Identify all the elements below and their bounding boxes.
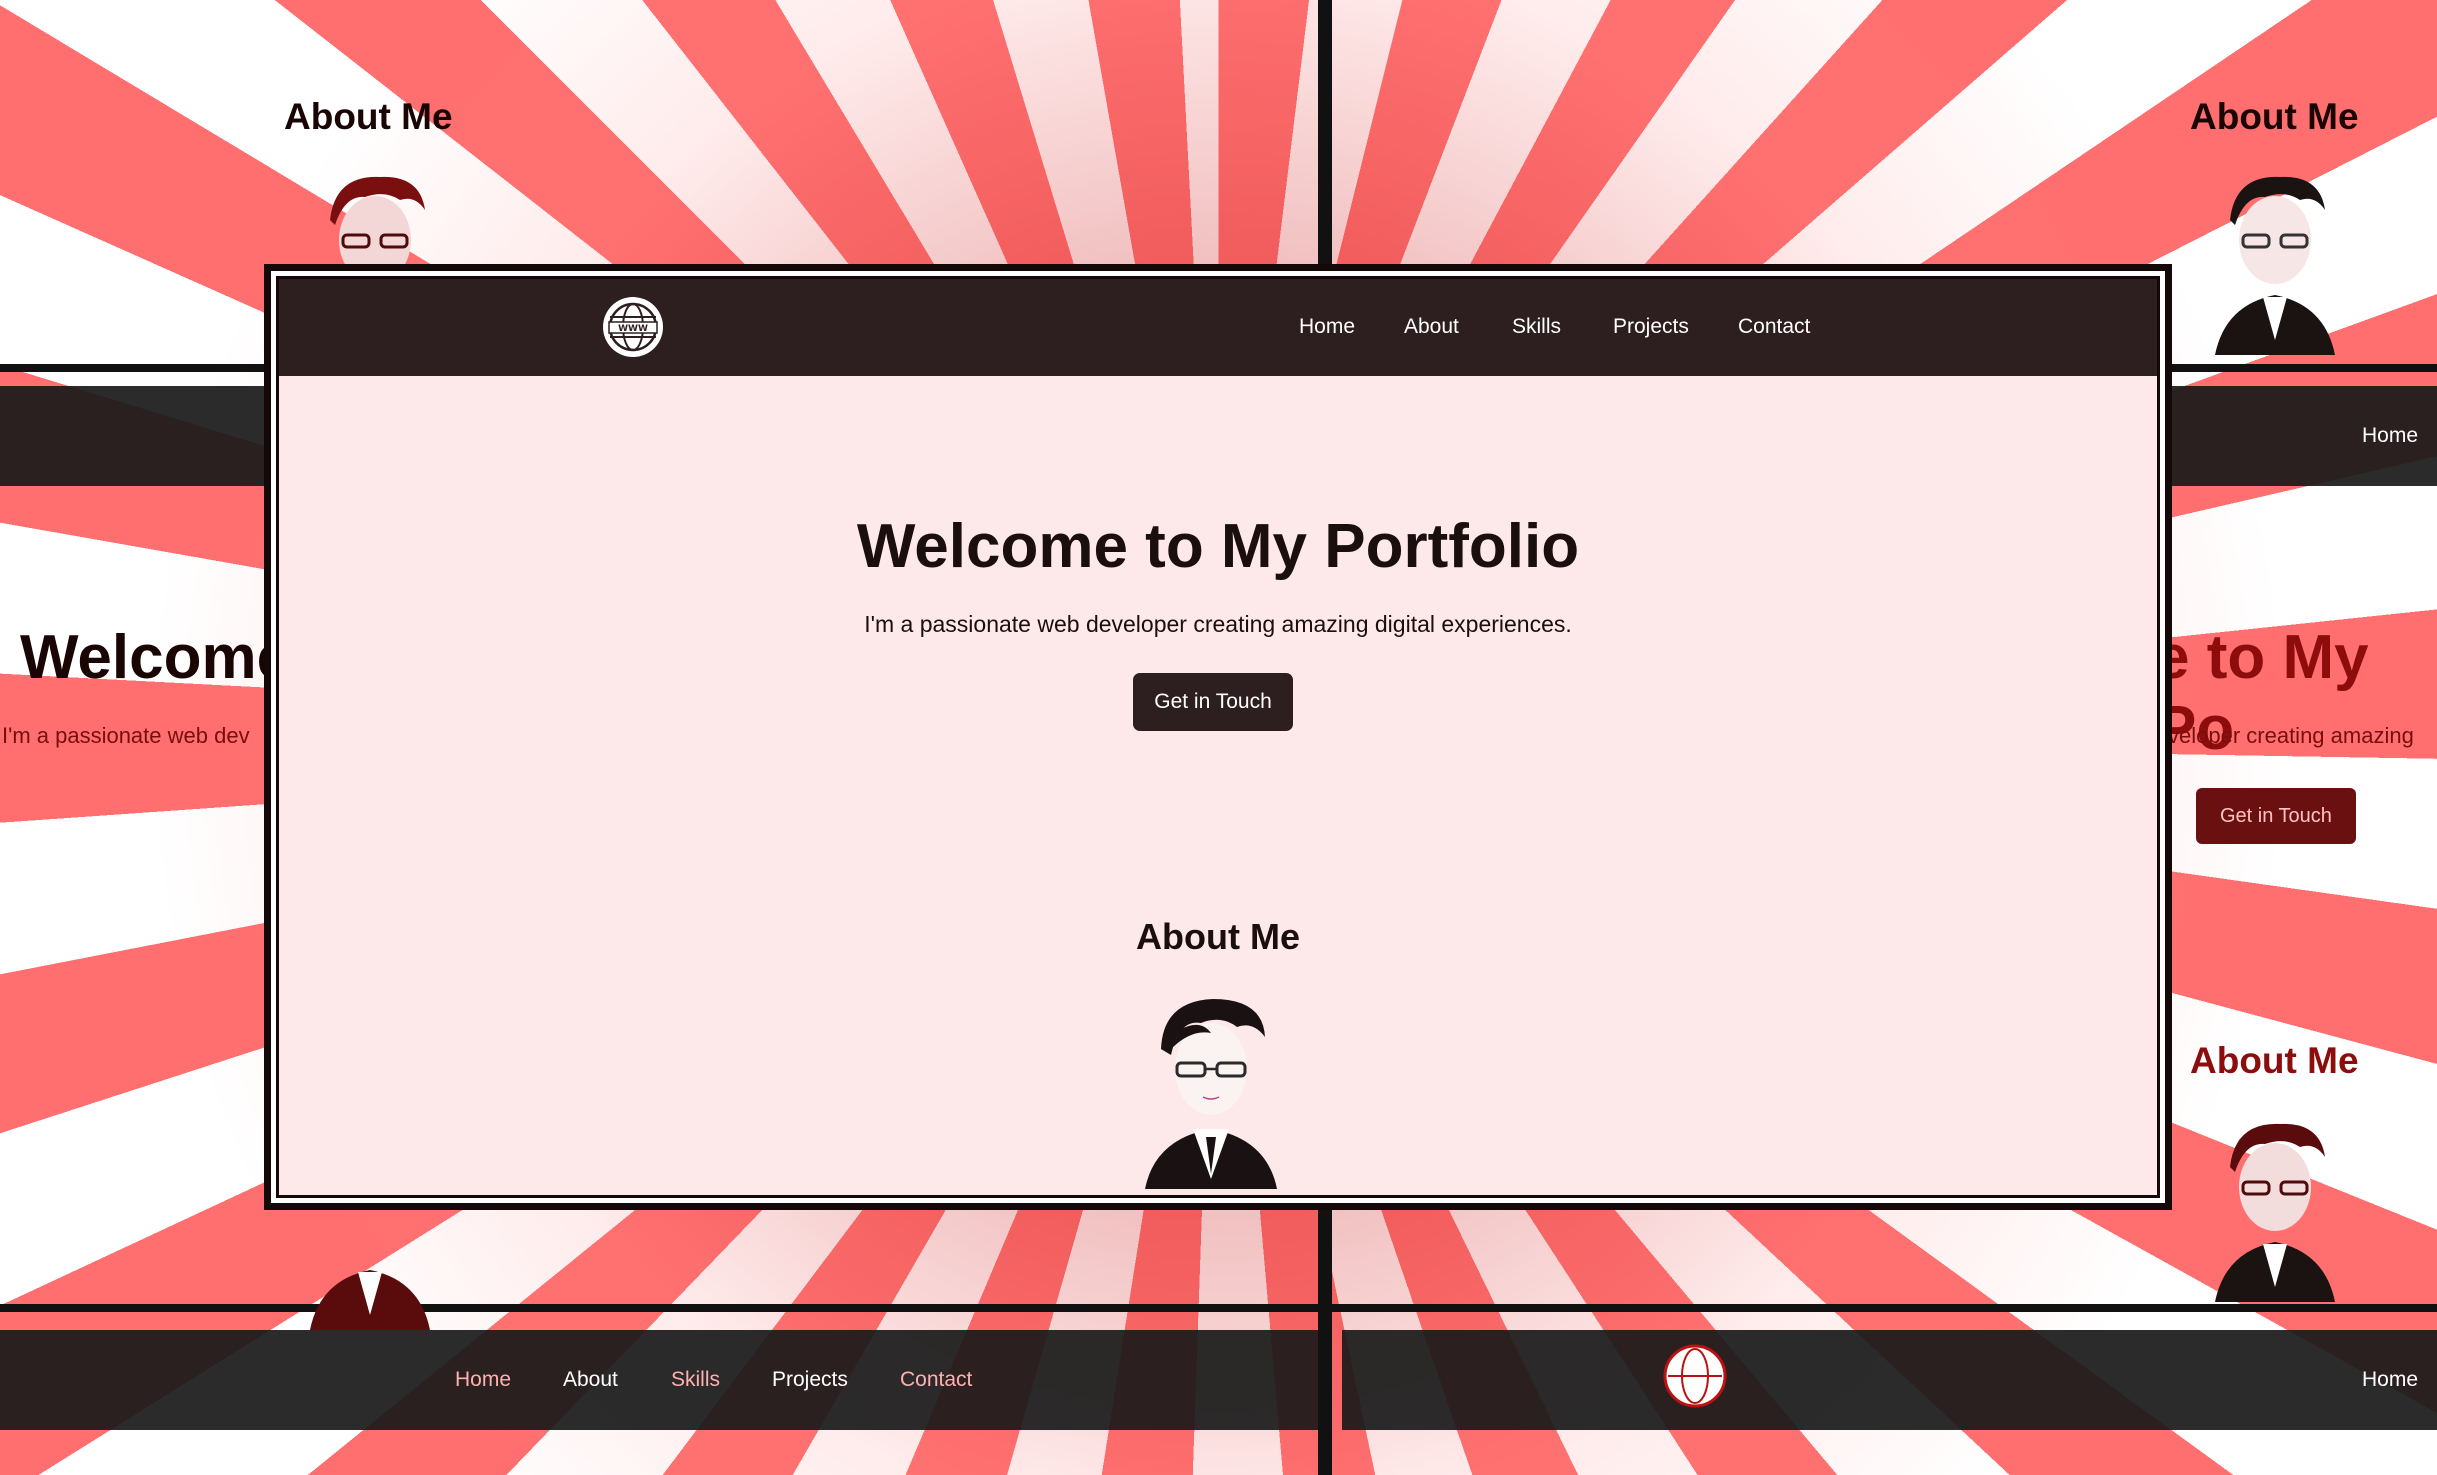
background-about-heading: About Me <box>2190 1040 2359 1081</box>
get-in-touch-button[interactable]: Get in Touch <box>1133 673 1293 731</box>
background-logo-icon <box>1663 1344 1727 1408</box>
browser-window: WWW Home About Skills Projects Contact W… <box>264 264 2172 1210</box>
avatar <box>1145 999 1277 1189</box>
nav-home-link[interactable]: Home <box>1299 315 1355 339</box>
background-welcome-heading: Welcome <box>20 623 292 692</box>
page-viewport: WWW Home About Skills Projects Contact W… <box>276 276 2160 1198</box>
background-nav-home: Home <box>2362 424 2419 447</box>
background-nav-item: Contact <box>900 1368 973 1391</box>
nav-projects-link[interactable]: Projects <box>1613 315 1689 339</box>
background-nav-item: About <box>563 1368 618 1391</box>
background-nav-home: Home <box>2362 1368 2419 1391</box>
background-navbar <box>0 1330 1318 1430</box>
background-about-heading: About Me <box>284 96 453 137</box>
navbar: WWW Home About Skills Projects Contact <box>279 279 2157 376</box>
globe-logo-icon[interactable]: WWW <box>601 295 665 359</box>
background-subtitle: I'm a passionate web dev <box>2 723 250 748</box>
hero-title: Welcome to My Portfolio <box>856 512 1580 581</box>
background-avatar <box>2215 176 2335 355</box>
logo-text: WWW <box>618 324 648 334</box>
nav-contact-link[interactable]: Contact <box>1738 315 1810 339</box>
background-nav-item: Skills <box>671 1368 721 1391</box>
background-cta: Get in Touch <box>2196 788 2356 844</box>
background-nav-item: Projects <box>772 1368 848 1391</box>
background-navbar <box>0 386 270 486</box>
background-subtitle: veloper creating amazing <box>2168 723 2414 748</box>
background-nav-item: Home <box>455 1368 512 1391</box>
background-avatar <box>2215 1123 2335 1302</box>
nav-about-link[interactable]: About <box>1404 315 1459 339</box>
about-title: About Me <box>1136 916 1300 957</box>
background-navbar <box>1342 1330 2437 1430</box>
hero-subtitle: I'm a passionate web developer creating … <box>864 611 1572 637</box>
background-about-heading: About Me <box>2190 96 2359 137</box>
nav-skills-link[interactable]: Skills <box>1512 315 1561 339</box>
